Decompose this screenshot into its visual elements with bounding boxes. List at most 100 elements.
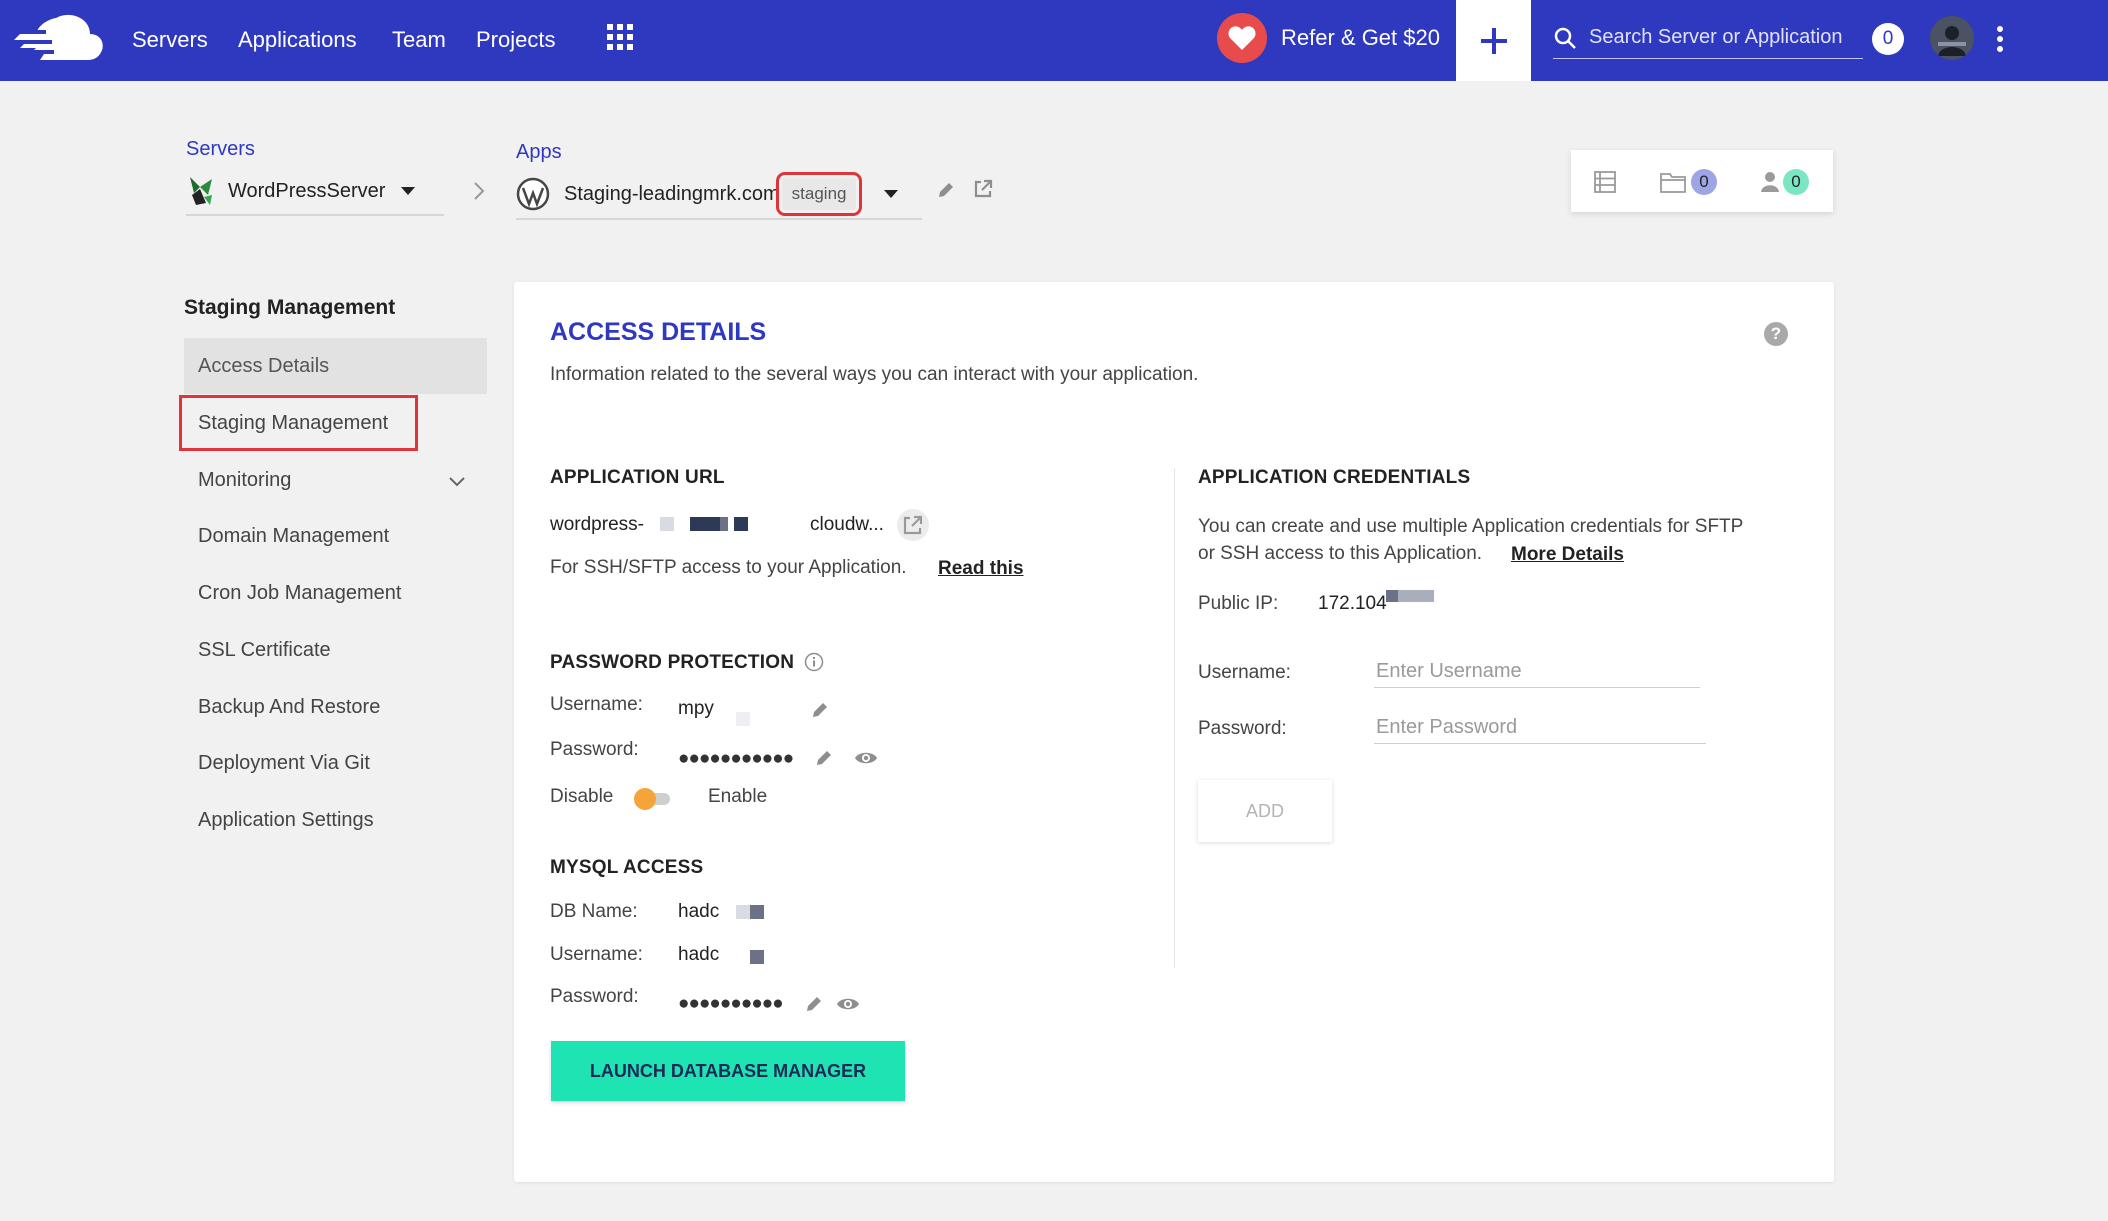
edit-password-icon[interactable]: [814, 748, 834, 768]
sidebar-item-ssl-certificate[interactable]: SSL Certificate: [184, 622, 487, 678]
help-icon[interactable]: ?: [1764, 322, 1788, 346]
external-link-icon[interactable]: [896, 508, 930, 542]
redacted-block: [736, 905, 750, 919]
server-selector[interactable]: WordPressServer: [186, 168, 444, 216]
sidebar-item-domain-management[interactable]: Domain Management: [184, 508, 487, 564]
heart-icon: [1217, 13, 1267, 63]
chevron-down-icon[interactable]: [448, 476, 466, 488]
edit-username-icon[interactable]: [810, 700, 830, 720]
edit-db-password-icon[interactable]: [804, 994, 824, 1014]
redacted-block: [1386, 590, 1398, 602]
server-name: WordPressServer: [228, 179, 386, 202]
more-details-link[interactable]: More Details: [1511, 544, 1624, 566]
search-icon[interactable]: [1553, 26, 1577, 50]
password-protection-toggle[interactable]: [634, 788, 670, 810]
redacted-block: [1398, 590, 1434, 602]
notification-badge[interactable]: 0: [1872, 23, 1904, 55]
plus-icon: [1480, 27, 1507, 54]
launch-database-manager-button[interactable]: LAUNCH DATABASE MANAGER: [551, 1041, 905, 1101]
db-name-value: hadc: [678, 901, 720, 922]
search-input[interactable]: [1589, 26, 1859, 49]
mysql-username-value: hadc: [678, 944, 720, 965]
mysql-password-value: ●●●●●●●●●●: [678, 993, 784, 1014]
application-url-title: APPLICATION URL: [550, 467, 725, 488]
caret-down-icon: [884, 190, 899, 198]
sidebar-item-cron-job-management[interactable]: Cron Job Management: [184, 565, 487, 621]
nav-projects[interactable]: Projects: [476, 24, 555, 56]
ssh-access-text: For SSH/SFTP access to your Application.: [550, 557, 907, 578]
servers-crumb-label[interactable]: Servers: [186, 138, 255, 161]
app-credentials-title: APPLICATION CREDENTIALS: [1198, 467, 1471, 488]
sidebar-item-application-settings[interactable]: Application Settings: [184, 792, 487, 848]
mysql-username-label: Username:: [550, 944, 643, 965]
toggle-knob: [634, 788, 656, 810]
external-link-icon[interactable]: [972, 178, 994, 200]
sidebar-item-monitoring[interactable]: Monitoring: [184, 452, 487, 508]
wordpress-logo-icon: [516, 177, 550, 211]
sidebar-item-access-details[interactable]: Access Details: [184, 338, 487, 394]
nav-team[interactable]: Team: [392, 24, 446, 56]
caret-down-icon: [401, 187, 416, 195]
staging-tag: staging: [775, 172, 863, 216]
edit-app-icon[interactable]: [936, 180, 956, 200]
application-url-suffix[interactable]: cloudw...: [810, 514, 884, 536]
users-count-badge: 0: [1783, 169, 1809, 195]
disable-label: Disable: [550, 786, 614, 807]
server-list-icon[interactable]: [1593, 170, 1617, 194]
page-title: ACCESS DETAILS: [550, 318, 767, 346]
nav-servers[interactable]: Servers: [132, 24, 208, 56]
sidebar-title: Staging Management: [184, 296, 396, 319]
apps-crumb-label[interactable]: Apps: [516, 141, 562, 164]
eye-icon[interactable]: [836, 996, 860, 1012]
refer-label: Refer & Get $20: [1281, 25, 1440, 50]
redacted-block: [734, 517, 748, 531]
folder-count-badge: 0: [1691, 169, 1717, 195]
info-icon[interactable]: [804, 652, 824, 672]
redacted-block: [750, 905, 764, 919]
user-avatar[interactable]: [1930, 16, 1974, 60]
refer-button[interactable]: Refer & Get $20: [1217, 12, 1440, 64]
sidebar-item-backup-and-restore[interactable]: Backup And Restore: [184, 679, 487, 735]
app-selector[interactable]: Staging-leadingmrk.com staging: [516, 170, 922, 220]
enable-label: Enable: [708, 786, 768, 807]
redacted-block: [736, 712, 750, 726]
pp-password-label: Password:: [550, 739, 639, 760]
read-this-link[interactable]: Read this: [938, 558, 1024, 580]
eye-icon[interactable]: [854, 750, 878, 766]
redacted-block: [660, 517, 674, 531]
sidebar-item-staging-management[interactable]: Staging Management: [179, 395, 418, 451]
users-icon[interactable]: [1759, 170, 1781, 194]
app-stats-box: 0 0: [1571, 150, 1833, 212]
credentials-description-line1: You can create and use multiple Applicat…: [1198, 516, 1744, 537]
cred-password-label: Password:: [1198, 718, 1287, 739]
top-nav-bar: Servers Applications Team Projects Refer…: [0, 0, 2108, 81]
cloudways-logo[interactable]: [12, 12, 106, 64]
pp-password-value: ●●●●●●●●●●●: [678, 748, 794, 769]
cred-username-label: Username:: [1198, 662, 1291, 683]
access-details-card: ACCESS DETAILS ? Information related to …: [514, 282, 1834, 1182]
pp-username-label: Username:: [550, 694, 643, 715]
page-description: Information related to the several ways …: [550, 364, 1199, 385]
cred-password-input[interactable]: [1374, 712, 1706, 744]
add-credentials-button[interactable]: ADD: [1198, 780, 1332, 842]
more-options-icon[interactable]: [1993, 24, 2007, 54]
pp-username-value: mpy: [678, 698, 714, 719]
nav-applications[interactable]: Applications: [238, 24, 357, 56]
folder-icon[interactable]: [1659, 170, 1687, 194]
redacted-block: [690, 517, 720, 531]
public-ip-label: Public IP:: [1198, 593, 1279, 614]
chevron-right-icon: [474, 182, 485, 200]
mysql-password-label: Password:: [550, 986, 639, 1007]
redacted-block: [720, 517, 728, 531]
apps-grid-icon[interactable]: [607, 24, 633, 50]
cred-username-input[interactable]: [1374, 656, 1700, 688]
search-bar: [1553, 17, 1863, 59]
public-ip-value: 172.104: [1318, 593, 1387, 614]
sidebar-item-deployment-via-git[interactable]: Deployment Via Git: [184, 735, 487, 791]
redacted-block: [750, 950, 764, 964]
application-url-prefix[interactable]: wordpress-: [550, 514, 644, 536]
db-name-label: DB Name:: [550, 901, 638, 922]
add-new-button[interactable]: [1456, 0, 1531, 81]
mysql-access-title: MYSQL ACCESS: [550, 857, 704, 878]
column-divider: [1174, 468, 1175, 968]
